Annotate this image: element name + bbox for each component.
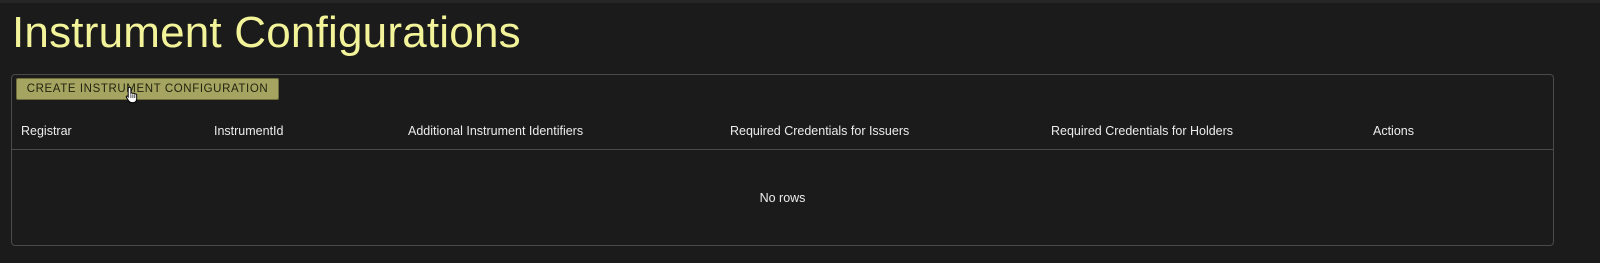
empty-state-text: No rows — [759, 191, 806, 205]
column-header-registrar[interactable]: Registrar — [21, 124, 72, 138]
top-divider — [0, 0, 1600, 3]
table-body: No rows — [12, 150, 1553, 245]
column-header-actions: Actions — [1373, 124, 1414, 138]
column-header-credentials-holders[interactable]: Required Credentials for Holders — [1051, 124, 1233, 138]
table-header-row: Registrar InstrumentId Additional Instru… — [12, 112, 1553, 150]
column-header-additional-identifiers[interactable]: Additional Instrument Identifiers — [408, 124, 583, 138]
column-header-credentials-issuers[interactable]: Required Credentials for Issuers — [730, 124, 909, 138]
column-header-instrument-id[interactable]: InstrumentId — [214, 124, 283, 138]
create-instrument-configuration-button[interactable]: CREATE INSTRUMENT CONFIGURATION — [16, 78, 279, 100]
page-title: Instrument Configurations — [12, 8, 521, 57]
hand-pointer-icon — [125, 86, 138, 104]
data-grid: CREATE INSTRUMENT CONFIGURATION Registra… — [11, 74, 1554, 246]
